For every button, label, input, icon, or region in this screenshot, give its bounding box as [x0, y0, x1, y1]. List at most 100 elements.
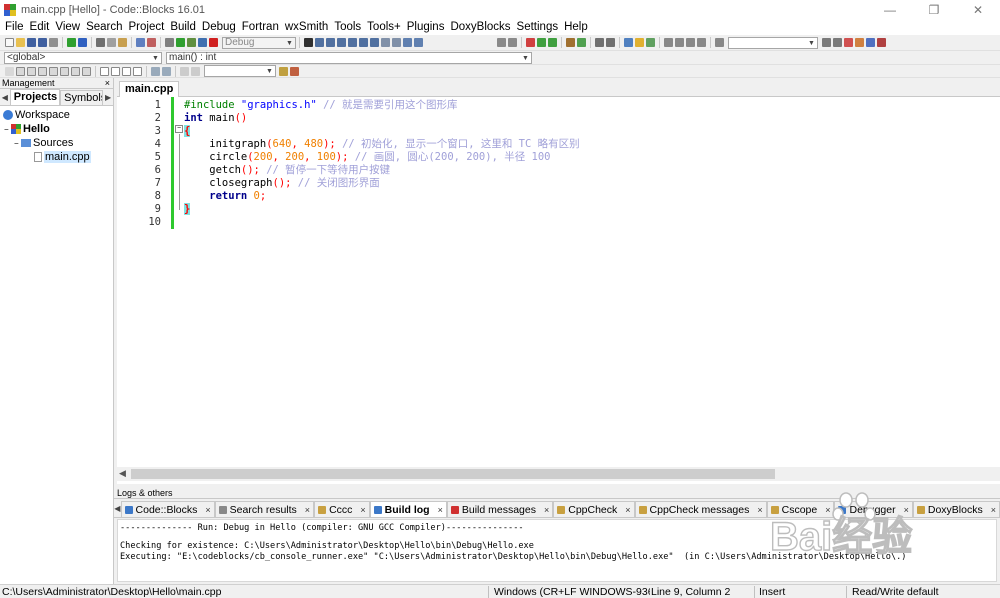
find-icon[interactable]	[136, 38, 145, 47]
marker-dot-icon[interactable]	[686, 38, 695, 47]
pointer-icon[interactable]	[5, 66, 14, 76]
debug-windows-icon[interactable]	[403, 38, 412, 47]
box2-icon[interactable]	[111, 66, 120, 76]
settings-wrench-icon[interactable]	[290, 66, 299, 76]
save-all-icon[interactable]	[38, 38, 47, 47]
prev-bookmark-icon[interactable]	[537, 38, 546, 47]
run-icon[interactable]	[176, 38, 185, 47]
close-icon[interactable]: ×	[438, 505, 443, 515]
scope-select[interactable]: <global> ▼	[4, 51, 162, 64]
tree-workspace[interactable]: Workspace	[0, 108, 113, 122]
log-tab-cccc[interactable]: Cccc ×	[314, 501, 370, 517]
redo-icon[interactable]	[78, 38, 87, 47]
close-icon[interactable]: ×	[625, 505, 630, 515]
cut-icon[interactable]	[96, 38, 105, 47]
close-icon[interactable]: ×	[305, 505, 310, 515]
box4-icon[interactable]	[133, 66, 142, 76]
jump-forward-icon[interactable]	[508, 38, 517, 47]
abort-icon[interactable]	[209, 38, 218, 47]
next-instruction-icon[interactable]	[359, 38, 368, 47]
log-tab-code-blocks[interactable]: Code::Blocks ×	[120, 501, 215, 517]
step-into-instruction-icon[interactable]	[370, 38, 379, 47]
dialog-icon[interactable]	[38, 66, 47, 76]
highlight-icon[interactable]	[844, 38, 853, 47]
undo-icon[interactable]	[67, 38, 76, 47]
list-icon[interactable]	[71, 66, 80, 76]
doxy-icon[interactable]	[624, 38, 633, 47]
log-tab-doxyblocks[interactable]: DoxyBlocks ×	[912, 501, 1000, 517]
doxy-help-icon[interactable]	[635, 38, 644, 47]
close-icon[interactable]: ×	[205, 505, 210, 515]
close-icon[interactable]: ×	[825, 505, 830, 515]
restore-button[interactable]: ❐	[912, 0, 956, 19]
log-tab-build-log[interactable]: Build log ×	[369, 501, 447, 517]
build-icon[interactable]	[566, 38, 575, 47]
tree-folder-sources[interactable]: − Sources	[0, 136, 113, 150]
form-icon[interactable]	[82, 66, 91, 76]
copy-icon[interactable]	[107, 38, 116, 47]
build-gear-icon[interactable]	[165, 38, 174, 47]
save-icon[interactable]	[27, 38, 36, 47]
collapse-icon[interactable]: −	[4, 125, 11, 134]
menu-fortran[interactable]: Fortran	[239, 19, 282, 35]
box-icon[interactable]	[100, 66, 109, 76]
build-target-select[interactable]: Debug ▼	[222, 36, 296, 49]
uncomment-icon[interactable]	[606, 38, 615, 47]
spellcheck-icon[interactable]	[866, 38, 875, 47]
paste-icon[interactable]	[118, 38, 127, 47]
panel-icon[interactable]	[27, 66, 36, 76]
menu-tools[interactable]: Tools	[331, 19, 364, 35]
menu-build[interactable]: Build	[167, 19, 199, 35]
brush-icon[interactable]	[855, 38, 864, 47]
tab-scroll-left-icon[interactable]: ◀	[0, 91, 10, 105]
menu-help[interactable]: Help	[561, 19, 591, 35]
debug-info-icon[interactable]	[414, 38, 423, 47]
menu-wxsmith[interactable]: wxSmith	[282, 19, 331, 35]
menu-search[interactable]: Search	[83, 19, 125, 35]
tree-project[interactable]: − Hello	[0, 122, 113, 136]
doxy-run-icon[interactable]	[646, 38, 655, 47]
c-icon[interactable]	[191, 66, 200, 76]
menu-view[interactable]: View	[52, 19, 83, 35]
log-tab-cppcheck-messages[interactable]: CppCheck messages ×	[634, 501, 767, 517]
build-log-output[interactable]: -------------- Run: Debug in Hello (comp…	[117, 519, 997, 582]
zoom-in-icon[interactable]	[151, 66, 160, 76]
code-editor[interactable]: 1 2 3 4 5 6 7 8 9 10 − #include "graphics.h" // 就…	[117, 97, 1000, 467]
menu-file[interactable]: File	[2, 19, 27, 35]
debug-continue-icon[interactable]	[304, 38, 313, 47]
tool-wrench-icon[interactable]	[664, 38, 673, 47]
stop-debug-icon[interactable]	[392, 38, 401, 47]
run-to-cursor-icon[interactable]	[315, 38, 324, 47]
tab-symbols[interactable]: Symbols	[60, 90, 104, 105]
menu-tools[interactable]: Tools+	[364, 19, 404, 35]
close-icon[interactable]: ×	[105, 78, 110, 89]
print-icon[interactable]	[49, 38, 58, 47]
close-window-button[interactable]: ✕	[956, 0, 1000, 19]
menu-settings[interactable]: Settings	[514, 19, 562, 35]
bookmark-dot-icon[interactable]	[675, 38, 684, 47]
comment-icon[interactable]	[595, 38, 604, 47]
nav-back-icon[interactable]	[822, 38, 831, 47]
next-line-icon[interactable]	[326, 38, 335, 47]
open-file-icon[interactable]	[16, 38, 25, 47]
menu-debug[interactable]: Debug	[199, 19, 239, 35]
rebuild-icon[interactable]	[198, 38, 207, 47]
function-select[interactable]: main() : int ▼	[166, 51, 532, 64]
toggle-bookmark-icon[interactable]	[526, 38, 535, 47]
next-bookmark-icon[interactable]	[548, 38, 557, 47]
grid-icon[interactable]	[60, 66, 69, 76]
close-icon[interactable]: ×	[544, 505, 549, 515]
box3-icon[interactable]	[122, 66, 131, 76]
zoom-out-icon[interactable]	[162, 66, 171, 76]
jump-back-icon[interactable]	[497, 38, 506, 47]
scroll-left-icon[interactable]: ◀	[119, 468, 126, 479]
step-out-icon[interactable]	[348, 38, 357, 47]
menu-doxyblocks[interactable]: DoxyBlocks	[447, 19, 513, 35]
close-icon[interactable]: ×	[991, 505, 996, 515]
log-tab-cppcheck[interactable]: CppCheck ×	[553, 501, 635, 517]
sizer-icon[interactable]	[49, 66, 58, 76]
log-tab-search-results[interactable]: Search results ×	[214, 501, 315, 517]
log-tab-debugger[interactable]: Debugger ×	[834, 501, 913, 517]
thesaurus-icon[interactable]	[877, 38, 886, 47]
step-into-icon[interactable]	[337, 38, 346, 47]
